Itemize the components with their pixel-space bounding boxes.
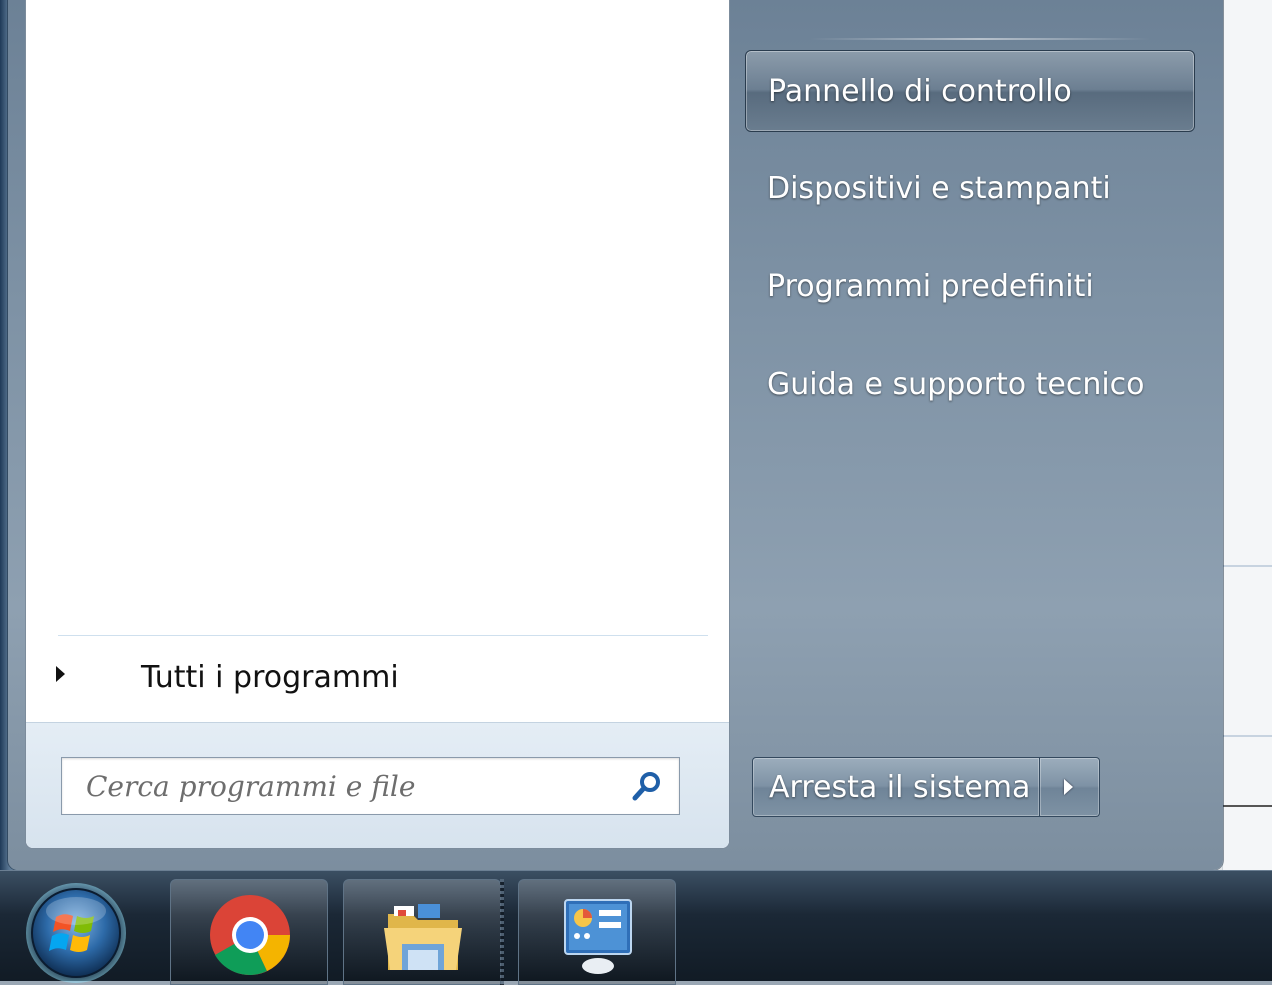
start-menu-programs-pane: Tutti i programmi — [25, 0, 730, 849]
expand-arrow-icon — [56, 666, 65, 682]
all-programs-button[interactable]: Tutti i programmi — [26, 650, 729, 708]
taskbar-control-panel-button[interactable] — [518, 879, 676, 985]
devices-printers-label: Dispositivi e stampanti — [767, 171, 1111, 206]
help-support-label: Guida e supporto tecnico — [767, 367, 1145, 402]
chevron-right-icon — [1064, 779, 1073, 795]
search-box[interactable] — [61, 757, 680, 815]
default-programs-item[interactable]: Programmi predefiniti — [745, 246, 1195, 328]
shutdown-options-button[interactable] — [1040, 757, 1100, 817]
all-programs-label: Tutti i programmi — [141, 660, 399, 695]
control-panel-item[interactable]: Pannello di controllo — [745, 50, 1195, 132]
window-divider — [1223, 565, 1272, 567]
top-divider — [810, 38, 1150, 40]
help-support-item[interactable]: Guida e supporto tecnico — [745, 344, 1195, 426]
shutdown-label: Arresta il sistema — [769, 770, 1031, 805]
devices-printers-item[interactable]: Dispositivi e stampanti — [745, 148, 1195, 230]
control-panel-label: Pannello di controllo — [768, 74, 1072, 109]
taskbar-explorer-button[interactable] — [343, 879, 501, 985]
control-panel-icon — [564, 899, 632, 974]
windows-start-icon[interactable] — [22, 881, 130, 985]
search-area — [26, 722, 729, 848]
background-window — [1222, 0, 1272, 870]
search-input[interactable] — [62, 758, 622, 814]
taskbar-separator — [500, 879, 504, 985]
shutdown-button[interactable]: Arresta il sistema — [752, 757, 1040, 817]
default-programs-label: Programmi predefiniti — [767, 269, 1094, 304]
window-divider — [1223, 805, 1272, 807]
divider — [58, 635, 708, 637]
file-explorer-icon — [384, 904, 462, 970]
chrome-icon — [210, 895, 290, 975]
window-divider — [1223, 735, 1272, 737]
taskbar-chrome-button[interactable] — [170, 879, 328, 985]
taskbar — [0, 870, 1272, 985]
search-icon[interactable] — [631, 770, 663, 802]
